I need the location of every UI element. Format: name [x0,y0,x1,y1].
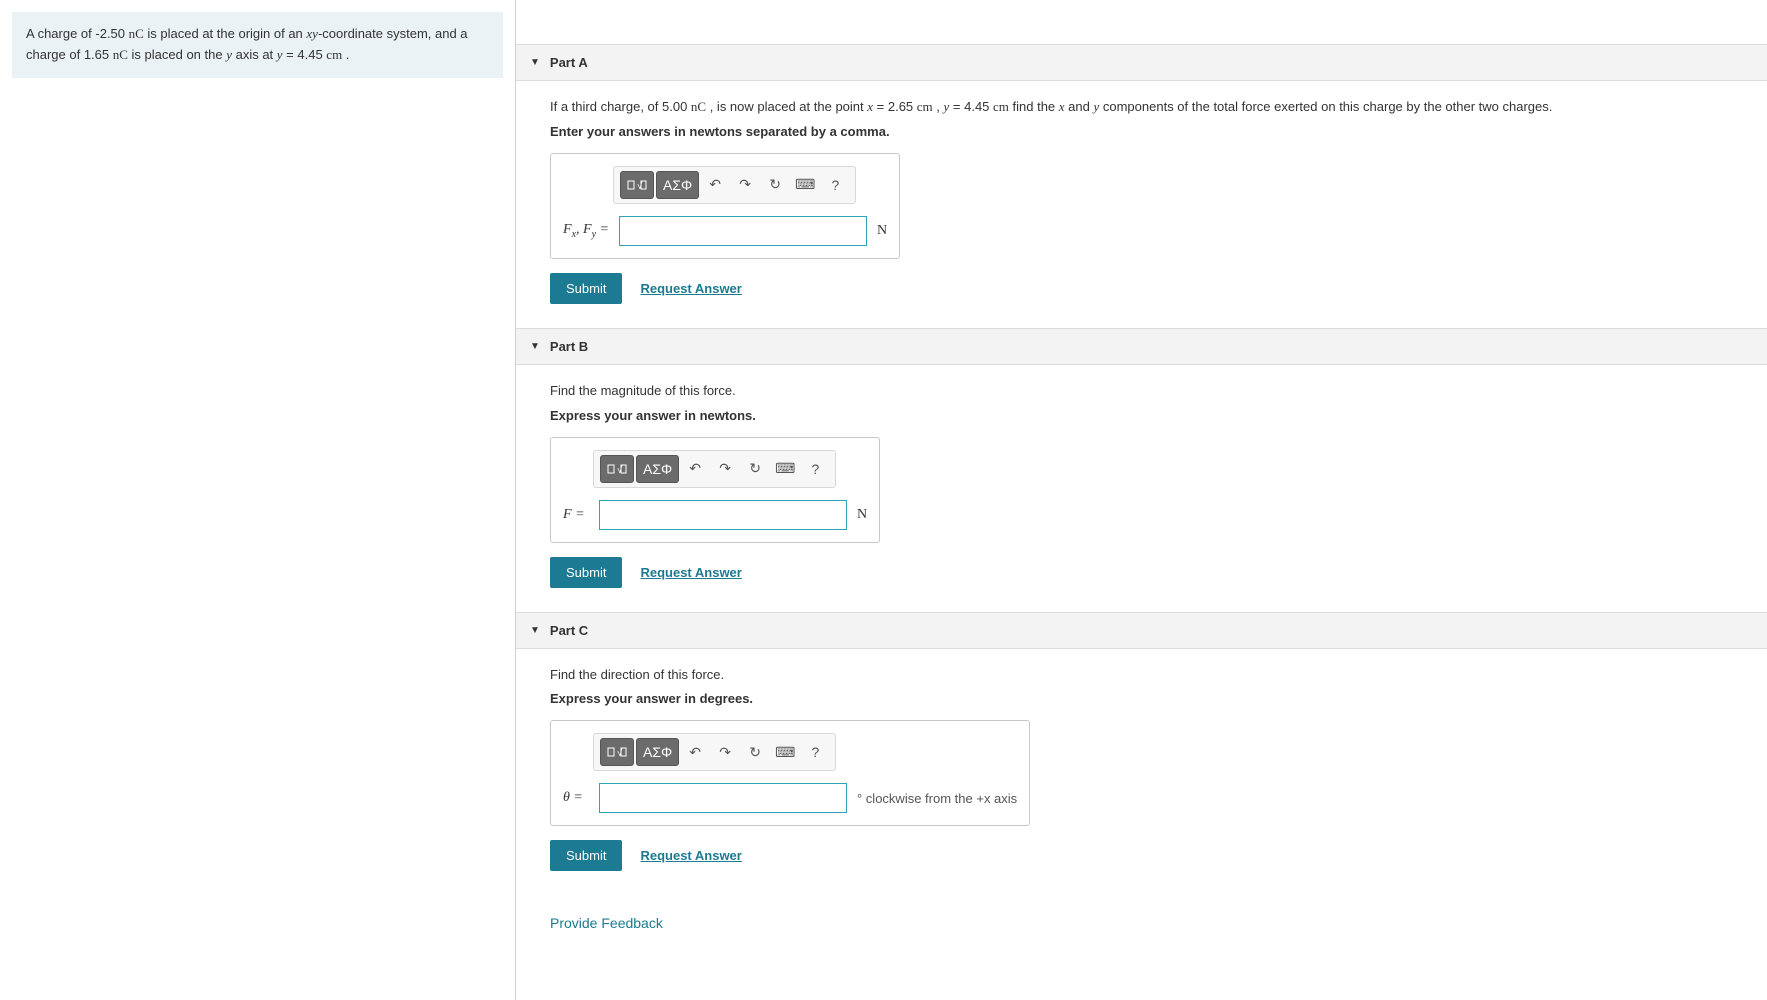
keyboard-button[interactable]: ⌨ [771,738,799,766]
part-b-instruction: Express your answer in newtons. [550,408,1751,423]
help-button[interactable]: ? [821,171,849,199]
help-button[interactable]: ? [801,738,829,766]
part-b-submit-button[interactable]: Submit [550,557,622,588]
part-a-unit: N [877,223,887,239]
part-c-input[interactable] [599,783,847,813]
collapse-icon: ▼ [530,625,540,636]
problem-text: A charge of -2.50 [26,26,129,41]
part-c-question: Find the direction of this force. [550,665,1751,686]
problem-statement: A charge of -2.50 nC is placed at the or… [12,12,503,78]
keyboard-button[interactable]: ⌨ [791,171,819,199]
part-a: ▼ Part A If a third charge, of 5.00 nC ,… [516,44,1767,328]
undo-button[interactable]: ↶ [681,738,709,766]
greek-button[interactable]: ΑΣΦ [636,738,679,766]
part-c-unit-suffix: ° clockwise from the +x axis [857,791,1017,806]
part-a-input[interactable] [619,216,867,246]
template-button[interactable]: √ [600,738,634,766]
part-b-answer-box: √ ΑΣΦ ↶ ↷ ↻ ⌨ ? F = N [550,437,880,543]
unit-nc: nC [129,26,144,41]
template-button[interactable]: √ [620,171,654,199]
equation-toolbar: √ ΑΣΦ ↶ ↷ ↻ ⌨ ? [613,166,856,204]
part-c-header[interactable]: ▼ Part C [516,612,1767,649]
part-b-unit: N [857,507,867,523]
template-button[interactable]: √ [600,455,634,483]
part-c-instruction: Express your answer in degrees. [550,691,1751,706]
svg-text:√: √ [637,180,643,192]
part-a-answer-box: √ ΑΣΦ ↶ ↷ ↻ ⌨ ? Fx, Fy = N [550,153,900,259]
part-b-question: Find the magnitude of this force. [550,381,1751,402]
part-c-request-answer-link[interactable]: Request Answer [640,848,741,863]
help-button[interactable]: ? [801,455,829,483]
part-c-title: Part C [550,623,588,638]
svg-text:√: √ [617,464,623,476]
keyboard-button[interactable]: ⌨ [771,455,799,483]
reset-button[interactable]: ↻ [741,738,769,766]
equation-toolbar: √ ΑΣΦ ↶ ↷ ↻ ⌨ ? [593,733,836,771]
part-a-header[interactable]: ▼ Part A [516,44,1767,81]
provide-feedback-link[interactable]: Provide Feedback [516,895,1767,931]
part-b: ▼ Part B Find the magnitude of this forc… [516,328,1767,612]
undo-button[interactable]: ↶ [701,171,729,199]
part-b-header[interactable]: ▼ Part B [516,328,1767,365]
part-c-var-label: θ = [563,790,589,806]
greek-button[interactable]: ΑΣΦ [656,171,699,199]
redo-button[interactable]: ↷ [711,738,739,766]
part-c: ▼ Part C Find the direction of this forc… [516,612,1767,896]
collapse-icon: ▼ [530,57,540,68]
greek-button[interactable]: ΑΣΦ [636,455,679,483]
part-b-request-answer-link[interactable]: Request Answer [640,565,741,580]
part-a-question: If a third charge, of 5.00 nC , is now p… [550,97,1751,118]
part-a-submit-button[interactable]: Submit [550,273,622,304]
equation-toolbar: √ ΑΣΦ ↶ ↷ ↻ ⌨ ? [593,450,836,488]
part-c-submit-button[interactable]: Submit [550,840,622,871]
collapse-icon: ▼ [530,341,540,352]
undo-button[interactable]: ↶ [681,455,709,483]
redo-button[interactable]: ↷ [711,455,739,483]
part-b-title: Part B [550,339,588,354]
part-b-var-label: F = [563,507,589,523]
part-a-title: Part A [550,55,588,70]
redo-button[interactable]: ↷ [731,171,759,199]
svg-text:√: √ [617,747,623,759]
reset-button[interactable]: ↻ [761,171,789,199]
part-a-instruction: Enter your answers in newtons separated … [550,124,1751,139]
answer-area: ▼ Part A If a third charge, of 5.00 nC ,… [516,0,1767,1000]
problem-sidebar: A charge of -2.50 nC is placed at the or… [0,0,516,1000]
part-a-request-answer-link[interactable]: Request Answer [640,281,741,296]
part-a-var-label: Fx, Fy = [563,222,609,240]
part-b-input[interactable] [599,500,847,530]
part-c-answer-box: √ ΑΣΦ ↶ ↷ ↻ ⌨ ? θ = ° clockwise from the… [550,720,1030,826]
reset-button[interactable]: ↻ [741,455,769,483]
